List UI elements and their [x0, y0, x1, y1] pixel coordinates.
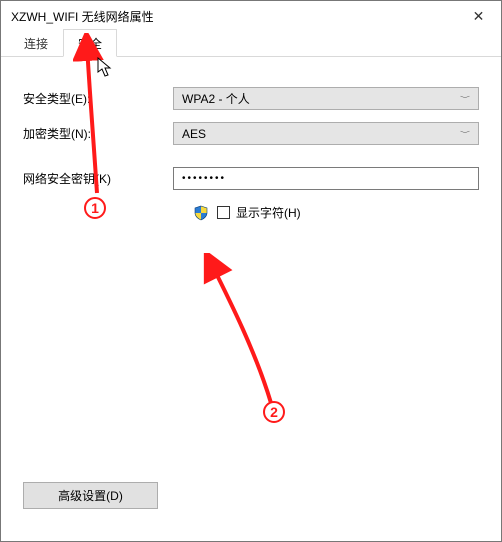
- tab-connect[interactable]: 连接: [9, 29, 63, 56]
- annotation-arrow-2: [201, 253, 291, 413]
- advanced-settings-button[interactable]: 高级设置(D): [23, 482, 158, 509]
- security-tab-content: 安全类型(E): WPA2 - 个人 ﹀ 加密类型(N): AES ﹀ 网络安全…: [1, 57, 501, 241]
- tab-security[interactable]: 安全: [63, 29, 117, 57]
- select-security-type[interactable]: WPA2 - 个人 ﹀: [173, 87, 479, 110]
- row-security-type: 安全类型(E): WPA2 - 个人 ﹀: [23, 87, 479, 110]
- uac-shield-icon: [193, 205, 209, 221]
- chevron-down-icon: ﹀: [460, 94, 470, 103]
- close-button[interactable]: ✕: [456, 1, 501, 31]
- tab-connect-label: 连接: [24, 37, 48, 51]
- tabstrip: 连接 安全: [1, 31, 501, 57]
- window-title: XZWH_WIFI 无线网络属性: [11, 8, 456, 25]
- chevron-down-icon: ﹀: [460, 129, 470, 138]
- checkbox-show-chars[interactable]: [217, 206, 230, 219]
- password-field[interactable]: [173, 167, 479, 190]
- label-show-chars: 显示字符(H): [236, 204, 301, 221]
- label-encryption-type: 加密类型(N):: [23, 125, 173, 142]
- wifi-properties-window: XZWH_WIFI 无线网络属性 ✕ 连接 安全 安全类型(E): WPA2 -…: [0, 0, 502, 542]
- tab-security-label: 安全: [78, 37, 102, 51]
- label-security-type: 安全类型(E):: [23, 90, 173, 107]
- row-password: 网络安全密钥(K): [23, 167, 479, 190]
- select-security-type-value: WPA2 - 个人: [182, 90, 250, 107]
- row-encryption-type: 加密类型(N): AES ﹀: [23, 122, 479, 145]
- close-icon: ✕: [473, 8, 485, 25]
- advanced-settings-label: 高级设置(D): [58, 487, 123, 504]
- titlebar: XZWH_WIFI 无线网络属性 ✕: [1, 1, 501, 31]
- select-encryption-type[interactable]: AES ﹀: [173, 122, 479, 145]
- row-show-chars: 显示字符(H): [193, 204, 479, 221]
- annotation-step-2: 2: [263, 401, 285, 423]
- label-password: 网络安全密钥(K): [23, 170, 173, 187]
- select-encryption-type-value: AES: [182, 127, 206, 141]
